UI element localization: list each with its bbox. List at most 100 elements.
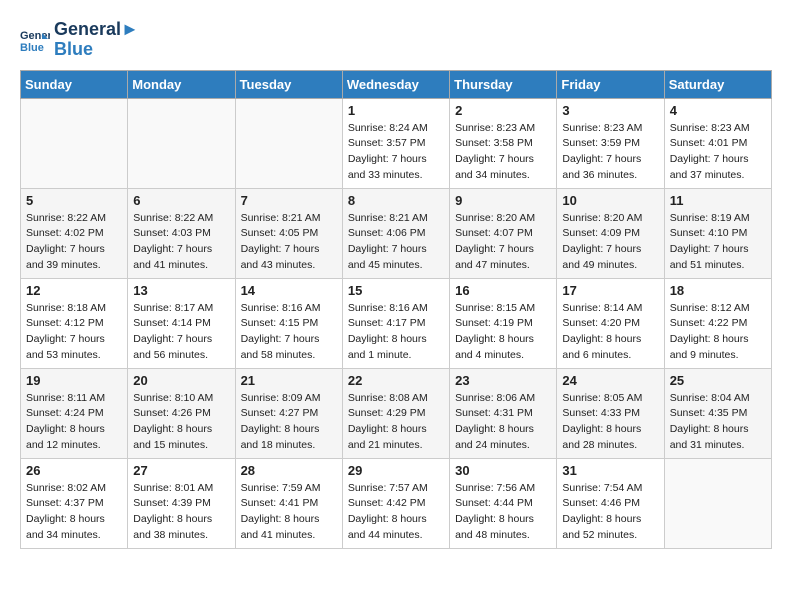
day-number: 25 [670,373,766,388]
day-info: Sunrise: 8:12 AMSunset: 4:22 PMDaylight:… [670,301,766,364]
calendar-cell: 31 Sunrise: 7:54 AMSunset: 4:46 PMDaylig… [557,458,664,548]
day-info: Sunrise: 8:20 AMSunset: 4:07 PMDaylight:… [455,211,551,274]
day-number: 11 [670,193,766,208]
day-info: Sunrise: 8:11 AMSunset: 4:24 PMDaylight:… [26,391,122,454]
svg-text:General: General [20,30,50,42]
weekday-header: Sunday [21,70,128,98]
calendar-week-row: 26 Sunrise: 8:02 AMSunset: 4:37 PMDaylig… [21,458,772,548]
weekday-header: Thursday [450,70,557,98]
day-info: Sunrise: 8:05 AMSunset: 4:33 PMDaylight:… [562,391,658,454]
calendar-cell: 4 Sunrise: 8:23 AMSunset: 4:01 PMDayligh… [664,98,771,188]
day-info: Sunrise: 8:22 AMSunset: 4:02 PMDaylight:… [26,211,122,274]
day-number: 29 [348,463,444,478]
day-info: Sunrise: 8:02 AMSunset: 4:37 PMDaylight:… [26,481,122,544]
day-number: 7 [241,193,337,208]
day-number: 5 [26,193,122,208]
day-info: Sunrise: 7:57 AMSunset: 4:42 PMDaylight:… [348,481,444,544]
calendar-cell: 21 Sunrise: 8:09 AMSunset: 4:27 PMDaylig… [235,368,342,458]
calendar-cell: 17 Sunrise: 8:14 AMSunset: 4:20 PMDaylig… [557,278,664,368]
calendar-cell: 11 Sunrise: 8:19 AMSunset: 4:10 PMDaylig… [664,188,771,278]
logo-line1: General► [54,20,139,40]
day-number: 20 [133,373,229,388]
page-header: General Blue General► Blue [20,20,772,60]
calendar-week-row: 12 Sunrise: 8:18 AMSunset: 4:12 PMDaylig… [21,278,772,368]
calendar-cell: 15 Sunrise: 8:16 AMSunset: 4:17 PMDaylig… [342,278,449,368]
day-number: 2 [455,103,551,118]
calendar-cell: 18 Sunrise: 8:12 AMSunset: 4:22 PMDaylig… [664,278,771,368]
calendar-week-row: 1 Sunrise: 8:24 AMSunset: 3:57 PMDayligh… [21,98,772,188]
day-info: Sunrise: 8:15 AMSunset: 4:19 PMDaylight:… [455,301,551,364]
calendar-cell: 29 Sunrise: 7:57 AMSunset: 4:42 PMDaylig… [342,458,449,548]
day-number: 30 [455,463,551,478]
svg-text:Blue: Blue [20,42,44,54]
day-info: Sunrise: 8:17 AMSunset: 4:14 PMDaylight:… [133,301,229,364]
calendar-cell: 20 Sunrise: 8:10 AMSunset: 4:26 PMDaylig… [128,368,235,458]
day-number: 26 [26,463,122,478]
day-info: Sunrise: 7:59 AMSunset: 4:41 PMDaylight:… [241,481,337,544]
day-number: 1 [348,103,444,118]
day-number: 15 [348,283,444,298]
calendar-cell: 3 Sunrise: 8:23 AMSunset: 3:59 PMDayligh… [557,98,664,188]
day-info: Sunrise: 7:54 AMSunset: 4:46 PMDaylight:… [562,481,658,544]
calendar-cell: 30 Sunrise: 7:56 AMSunset: 4:44 PMDaylig… [450,458,557,548]
day-number: 3 [562,103,658,118]
calendar-cell: 2 Sunrise: 8:23 AMSunset: 3:58 PMDayligh… [450,98,557,188]
logo-icon: General Blue [20,25,50,55]
day-number: 23 [455,373,551,388]
day-number: 6 [133,193,229,208]
calendar-cell: 6 Sunrise: 8:22 AMSunset: 4:03 PMDayligh… [128,188,235,278]
calendar-cell: 5 Sunrise: 8:22 AMSunset: 4:02 PMDayligh… [21,188,128,278]
calendar-cell: 1 Sunrise: 8:24 AMSunset: 3:57 PMDayligh… [342,98,449,188]
day-info: Sunrise: 8:08 AMSunset: 4:29 PMDaylight:… [348,391,444,454]
calendar-cell: 14 Sunrise: 8:16 AMSunset: 4:15 PMDaylig… [235,278,342,368]
day-number: 27 [133,463,229,478]
day-info: Sunrise: 8:18 AMSunset: 4:12 PMDaylight:… [26,301,122,364]
day-number: 21 [241,373,337,388]
calendar-cell: 24 Sunrise: 8:05 AMSunset: 4:33 PMDaylig… [557,368,664,458]
calendar-cell: 22 Sunrise: 8:08 AMSunset: 4:29 PMDaylig… [342,368,449,458]
day-info: Sunrise: 8:19 AMSunset: 4:10 PMDaylight:… [670,211,766,274]
weekday-header: Saturday [664,70,771,98]
calendar-header-row: SundayMondayTuesdayWednesdayThursdayFrid… [21,70,772,98]
day-number: 18 [670,283,766,298]
day-number: 28 [241,463,337,478]
day-info: Sunrise: 8:21 AMSunset: 4:05 PMDaylight:… [241,211,337,274]
day-info: Sunrise: 8:10 AMSunset: 4:26 PMDaylight:… [133,391,229,454]
calendar-cell: 7 Sunrise: 8:21 AMSunset: 4:05 PMDayligh… [235,188,342,278]
day-number: 9 [455,193,551,208]
calendar-table: SundayMondayTuesdayWednesdayThursdayFrid… [20,70,772,549]
calendar-week-row: 5 Sunrise: 8:22 AMSunset: 4:02 PMDayligh… [21,188,772,278]
calendar-cell [235,98,342,188]
day-number: 14 [241,283,337,298]
day-number: 19 [26,373,122,388]
day-info: Sunrise: 8:16 AMSunset: 4:15 PMDaylight:… [241,301,337,364]
day-info: Sunrise: 8:01 AMSunset: 4:39 PMDaylight:… [133,481,229,544]
day-number: 31 [562,463,658,478]
weekday-header: Wednesday [342,70,449,98]
calendar-cell: 28 Sunrise: 7:59 AMSunset: 4:41 PMDaylig… [235,458,342,548]
day-number: 16 [455,283,551,298]
calendar-week-row: 19 Sunrise: 8:11 AMSunset: 4:24 PMDaylig… [21,368,772,458]
day-number: 4 [670,103,766,118]
logo-line2: Blue [54,40,139,60]
day-info: Sunrise: 8:23 AMSunset: 3:58 PMDaylight:… [455,121,551,184]
day-number: 12 [26,283,122,298]
day-number: 8 [348,193,444,208]
calendar-cell [664,458,771,548]
weekday-header: Friday [557,70,664,98]
day-info: Sunrise: 8:21 AMSunset: 4:06 PMDaylight:… [348,211,444,274]
day-number: 13 [133,283,229,298]
calendar-cell [21,98,128,188]
day-info: Sunrise: 7:56 AMSunset: 4:44 PMDaylight:… [455,481,551,544]
day-number: 17 [562,283,658,298]
calendar-cell: 27 Sunrise: 8:01 AMSunset: 4:39 PMDaylig… [128,458,235,548]
calendar-cell: 23 Sunrise: 8:06 AMSunset: 4:31 PMDaylig… [450,368,557,458]
calendar-cell: 19 Sunrise: 8:11 AMSunset: 4:24 PMDaylig… [21,368,128,458]
day-info: Sunrise: 8:09 AMSunset: 4:27 PMDaylight:… [241,391,337,454]
day-info: Sunrise: 8:24 AMSunset: 3:57 PMDaylight:… [348,121,444,184]
calendar-cell: 25 Sunrise: 8:04 AMSunset: 4:35 PMDaylig… [664,368,771,458]
day-number: 22 [348,373,444,388]
day-info: Sunrise: 8:20 AMSunset: 4:09 PMDaylight:… [562,211,658,274]
day-info: Sunrise: 8:23 AMSunset: 3:59 PMDaylight:… [562,121,658,184]
day-number: 10 [562,193,658,208]
